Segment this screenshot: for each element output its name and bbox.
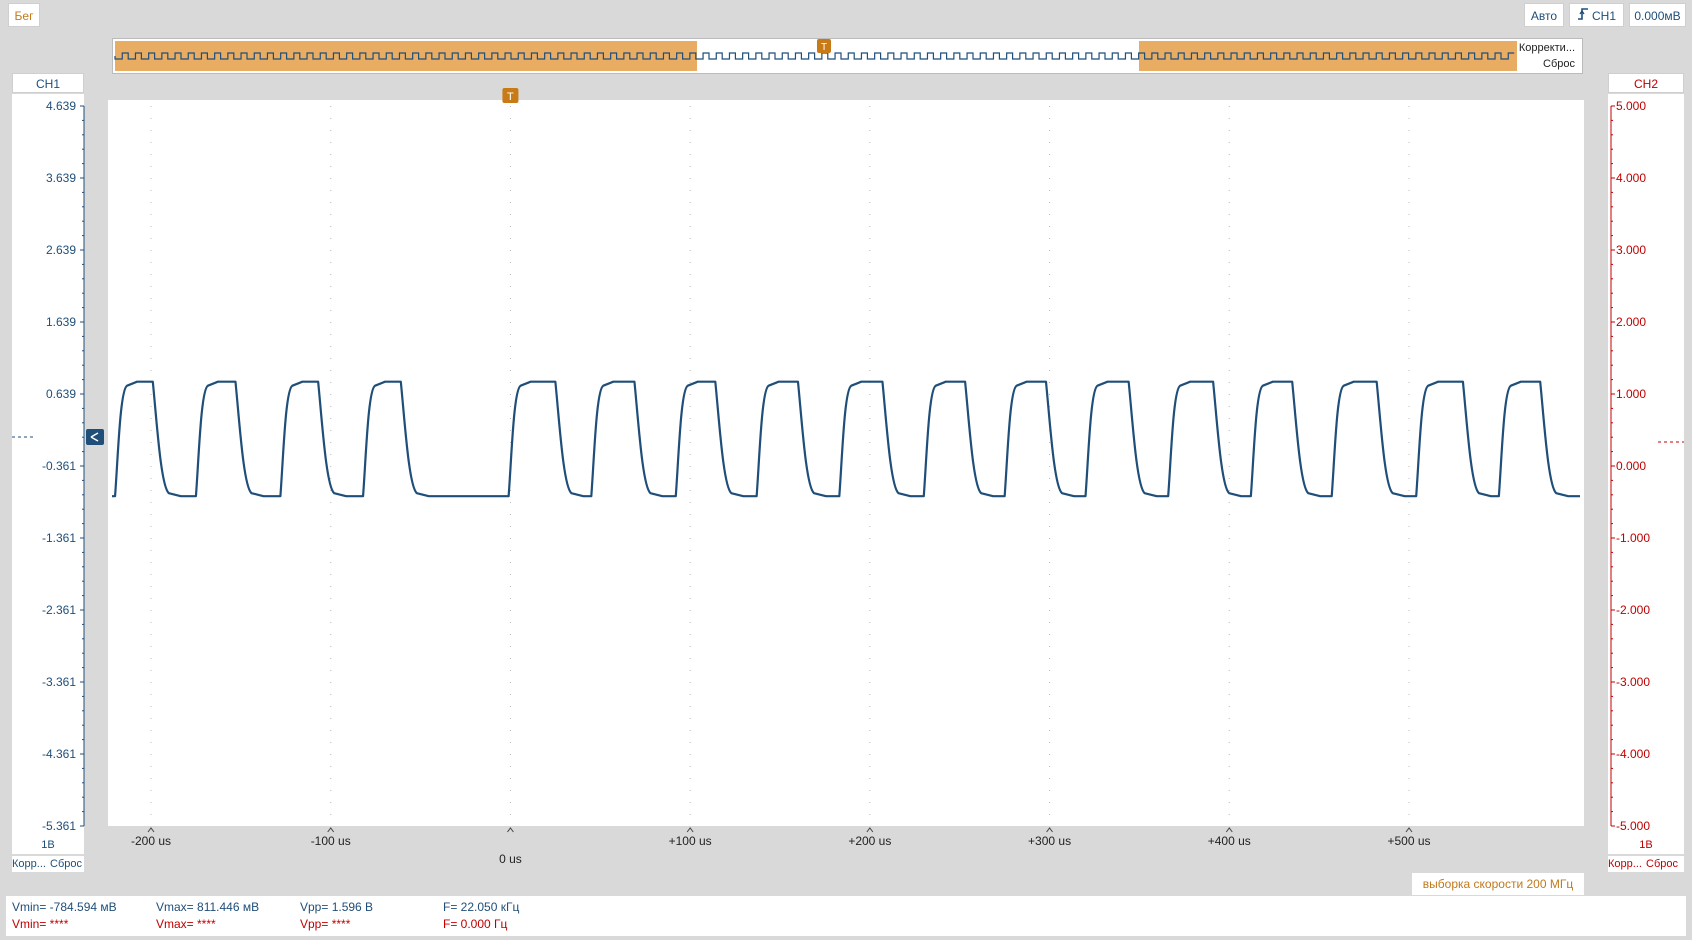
ch1-tick-label: -5.361 — [41, 819, 76, 833]
scope-display: T — [12, 88, 1684, 833]
x-tick-mark — [507, 827, 514, 833]
ch2-tick-label: -3.000 — [1616, 675, 1651, 689]
ch1-tick-label: 3.639 — [45, 171, 76, 185]
x-tick-mark — [327, 827, 335, 833]
x-tick-label: +400 us — [1207, 834, 1251, 848]
ch1-offset-marker[interactable] — [86, 429, 104, 446]
ch1-tick-label: -4.361 — [41, 747, 76, 761]
ch2-vpp: Vpp= **** — [300, 917, 351, 931]
x-tick-mark — [1046, 827, 1053, 833]
ch2-freq: F= 0.000 Гц — [443, 917, 508, 931]
ch1-vmin: Vmin= -784.594 мВ — [12, 900, 117, 914]
x-tick-label: +100 us — [668, 834, 712, 848]
ch1-axis — [80, 105, 85, 827]
ch2-vmin: Vmin= **** — [12, 917, 69, 931]
ch2-tick-label: 4.000 — [1616, 171, 1647, 185]
ch2-tick-label: -2.000 — [1616, 603, 1651, 617]
ch1-tick-label: 4.639 — [45, 99, 76, 113]
ch2-axis — [1610, 105, 1615, 827]
x-tick-label: +300 us — [1028, 834, 1072, 848]
ch2-tick-label: 5.000 — [1616, 99, 1647, 113]
ch2-vmax: Vmax= **** — [156, 917, 216, 931]
x-tick-mark — [1405, 827, 1413, 833]
x-tick-mark — [1225, 827, 1233, 833]
x-tick-mark — [147, 827, 155, 833]
ch1-tick-label: 0.639 — [45, 387, 76, 401]
ch2-tick-label: 0.000 — [1616, 459, 1647, 473]
ch2-tick-label: 3.000 — [1616, 243, 1647, 257]
ch1-tick-label: -0.361 — [41, 459, 76, 473]
ch1-tick-label: -3.361 — [41, 675, 76, 689]
x-tick-label: -100 us — [310, 834, 351, 848]
ch1-vmax: Vmax= 811.446 мВ — [156, 900, 260, 914]
ch1-scale[interactable]: 1В — [12, 836, 84, 854]
ch2-correct-button[interactable]: Корр... — [1608, 856, 1646, 872]
ch2-tick-label: 2.000 — [1616, 315, 1647, 329]
x-tick-label: +500 us — [1387, 834, 1431, 848]
ch1-tick-label: -2.361 — [41, 603, 76, 617]
ch1-freq: F= 22.050 кГц — [443, 900, 520, 914]
ch1-trace — [112, 380, 1580, 498]
sample-rate-label: выборка скорости 200 МГц — [1412, 873, 1584, 895]
ch1-correct-button[interactable]: Корр... — [12, 856, 50, 872]
ch1-vpp: Vpp= 1.596 В — [300, 900, 374, 914]
measurements-panel: Vmin= -784.594 мВ Vmax= 811.446 мВ Vpp= … — [6, 896, 1686, 936]
ch1-reset-button[interactable]: Сброс — [50, 856, 84, 872]
x-tick-mark — [686, 827, 694, 833]
ch2-tick-label: -4.000 — [1616, 747, 1651, 761]
ch1-waveform — [112, 380, 1580, 498]
ch2-tick-label: -1.000 — [1616, 531, 1651, 545]
trigger-marker-label: T — [507, 91, 514, 103]
x-tick-label: +200 us — [848, 834, 892, 848]
ch2-tick-label: 1.000 — [1616, 387, 1647, 401]
ch1-tick-label: 1.639 — [45, 315, 76, 329]
ch2-reset-button[interactable]: Сброс — [1646, 856, 1684, 872]
ch2-scale[interactable]: 1В — [1608, 836, 1684, 854]
x-tick-label: 0 us — [499, 852, 522, 866]
ch1-tick-label: -1.361 — [41, 531, 76, 545]
x-tick-label: -200 us — [130, 834, 172, 848]
ch2-tick-label: -5.000 — [1616, 819, 1651, 833]
ch1-tick-label: 2.639 — [45, 243, 76, 257]
x-tick-mark — [866, 827, 874, 833]
